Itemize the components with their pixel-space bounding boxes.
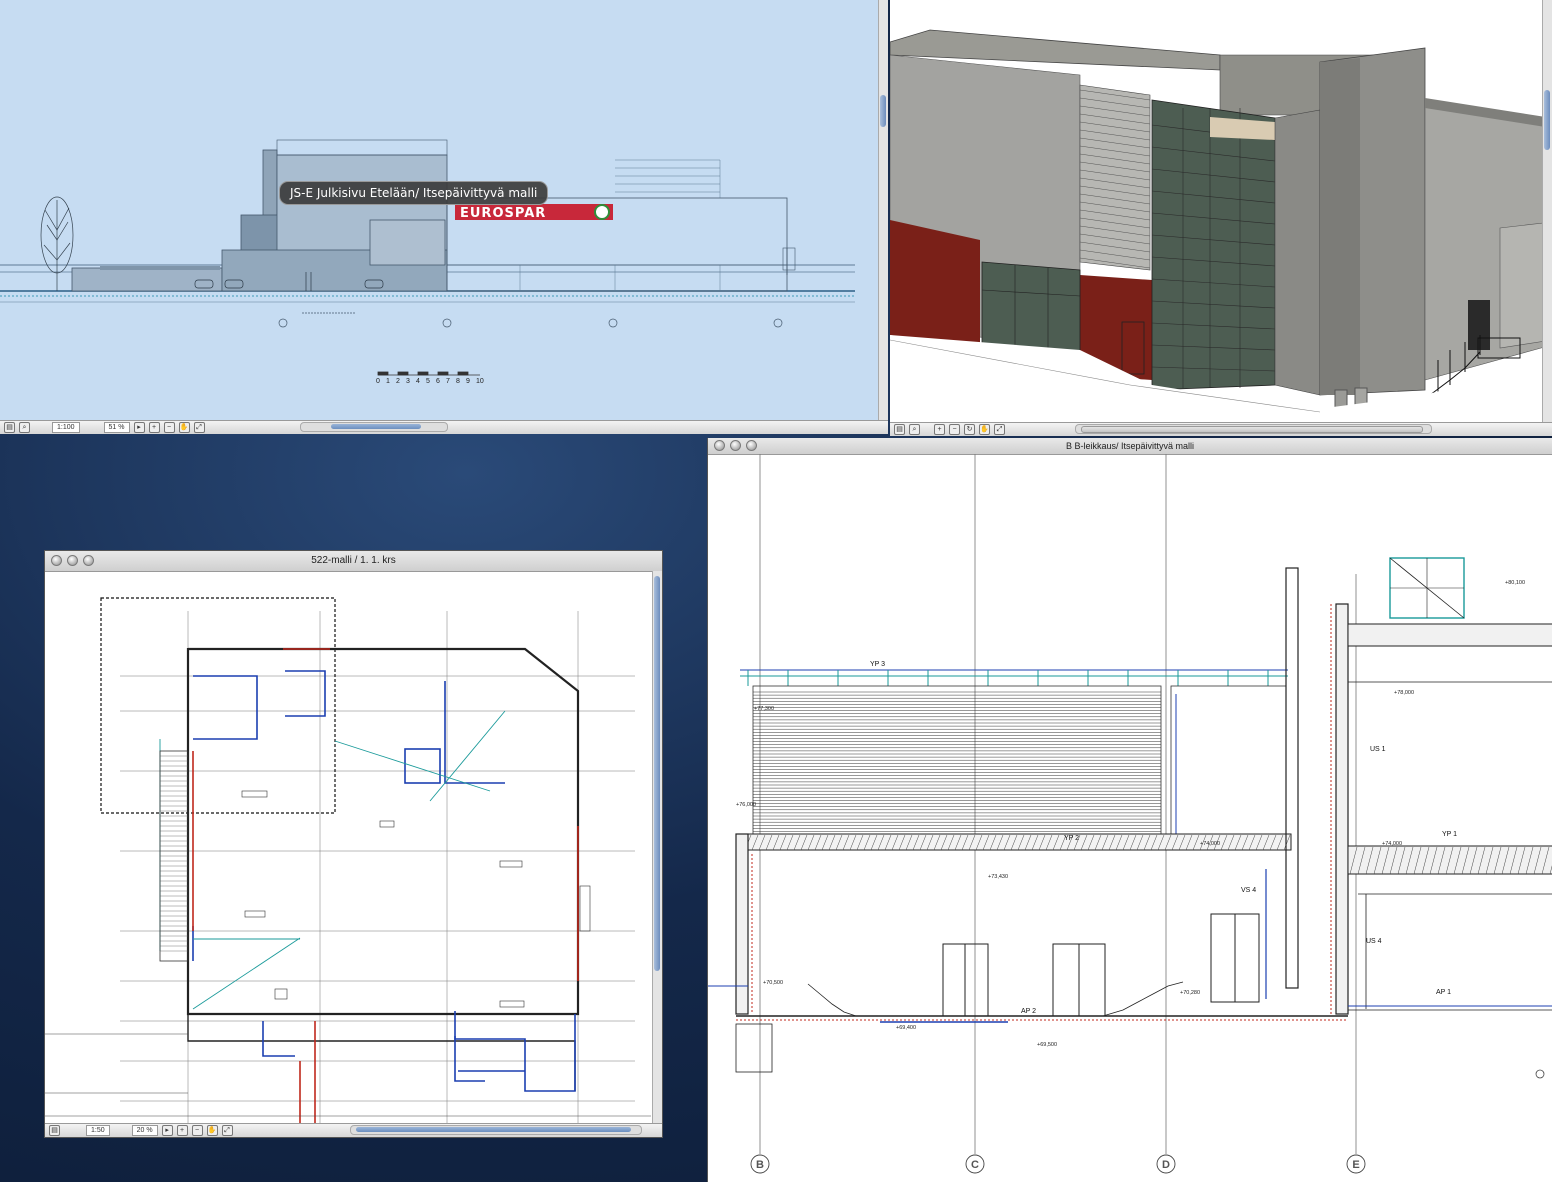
scale-bar-labels: 0 1 2 3 4 5 6 7 8 9 10	[376, 378, 486, 385]
tree-icon	[40, 196, 74, 291]
minimize-button[interactable]	[730, 440, 741, 451]
status-bar: ▤ ⌕ 1:100 51 % ▸ + − ✋ ⤢	[0, 420, 888, 434]
scale-label: 9	[466, 378, 470, 385]
pan-icon[interactable]: ✋	[178, 422, 190, 433]
section-drawing[interactable]: YP 3 YP 2 YP 1 US 1 US 4 VS 4 AP 2 AP 1 …	[708, 454, 1552, 1182]
zoom-in-icon[interactable]: +	[176, 1125, 188, 1136]
status-bar: ▤ ⌕ + − ↻ ✋ ⤢	[890, 422, 1552, 436]
fit-icon[interactable]: ⤢	[994, 424, 1005, 435]
scroll-thumb[interactable]	[1081, 426, 1423, 433]
section-window-titlebar[interactable]: B B-leikkaus/ Itsepäivittyvä malli	[708, 438, 1552, 455]
elevation-drawing[interactable]: EUROSPAR	[0, 0, 872, 418]
minimize-button[interactable]	[67, 555, 78, 566]
scroll-thumb[interactable]	[654, 576, 660, 971]
annotation-yp3: YP 3	[870, 661, 885, 668]
level-77300: +77,300	[754, 706, 774, 712]
level-70280: +70,280	[1180, 990, 1200, 996]
zoom-field[interactable]: 51 %	[103, 422, 130, 433]
level-69500: +69,500	[1037, 1042, 1057, 1048]
floor-plan-drawing[interactable]	[45, 571, 651, 1123]
annotation-us4: US 4	[1366, 938, 1382, 945]
level-69400: +69,400	[896, 1025, 916, 1031]
vertical-scrollbar[interactable]	[878, 0, 888, 420]
scale-bar	[377, 371, 480, 376]
level-74000-b: +74,000	[1382, 841, 1402, 847]
horizontal-scrollbar[interactable]	[350, 1125, 642, 1135]
level-73430: +73,430	[988, 874, 1008, 880]
model3d-window[interactable]: ▤ ⌕ + − ↻ ✋ ⤢	[890, 0, 1552, 436]
eurospar-sign: EUROSPAR	[460, 206, 546, 221]
layers-icon[interactable]: ▤	[4, 422, 15, 433]
close-button[interactable]	[714, 440, 725, 451]
level-80100: +80,100	[1505, 580, 1525, 586]
grid-label-d: D	[1162, 1159, 1170, 1171]
scale-field[interactable]: 1:50	[86, 1125, 110, 1136]
scale-label: 2	[396, 378, 400, 385]
vertical-scrollbar[interactable]	[1542, 0, 1552, 422]
scale-label: 7	[446, 378, 450, 385]
annotation-ap1: AP 1	[1436, 989, 1451, 996]
layers-icon[interactable]: ▤	[894, 424, 905, 435]
vertical-scrollbar[interactable]	[652, 571, 662, 1123]
zoom-field[interactable]: 20 %	[131, 1125, 158, 1136]
zoom-in-icon[interactable]: +	[148, 422, 160, 433]
model3d-view[interactable]	[890, 0, 1552, 422]
orbit-icon[interactable]: ↻	[964, 424, 975, 435]
scale-label: 5	[426, 378, 430, 385]
annotation-ap2: AP 2	[1021, 1008, 1036, 1015]
zoom-out-icon[interactable]: −	[163, 422, 175, 433]
horizontal-scrollbar[interactable]	[1075, 424, 1432, 434]
layers-icon[interactable]: ▤	[49, 1125, 60, 1136]
level-74000-a: +74,000	[1200, 841, 1220, 847]
zoom-out-icon[interactable]: −	[191, 1125, 203, 1136]
close-button[interactable]	[51, 555, 62, 566]
level-70500: +70,500	[763, 980, 783, 986]
zoom-out-icon[interactable]: −	[949, 424, 960, 435]
scale-label: 10	[476, 378, 484, 385]
scroll-thumb[interactable]	[331, 424, 421, 429]
scale-label: 1	[386, 378, 390, 385]
annotation-vs4: VS 4	[1241, 887, 1256, 894]
pan-icon[interactable]: ✋	[206, 1125, 218, 1136]
section-window-title: B B-leikkaus/ Itsepäivittyvä malli	[1065, 441, 1195, 451]
scale-label: 0	[376, 378, 380, 385]
play-icon[interactable]: ▸	[161, 1125, 173, 1136]
magnifier-icon[interactable]: ⌕	[19, 422, 30, 433]
plan-window[interactable]: 522-malli / 1. 1. krs ▤ 1:50 20 % ▸ + − …	[44, 550, 663, 1138]
level-78000: +78,000	[1394, 690, 1414, 696]
zoom-button[interactable]	[746, 440, 757, 451]
fit-icon[interactable]: ⤢	[221, 1125, 233, 1136]
view-tooltip: JS-E Julkisivu Etelään/ Itsepäivittyvä m…	[279, 181, 549, 205]
scroll-thumb[interactable]	[356, 1127, 631, 1132]
status-bar: ▤ 1:50 20 % ▸ + − ✋ ⤢	[45, 1123, 662, 1137]
scale-label: 4	[416, 378, 420, 385]
annotation-us1: US 1	[1370, 746, 1386, 753]
zoom-in-icon[interactable]: +	[934, 424, 945, 435]
play-icon[interactable]: ▸	[133, 422, 145, 433]
annotation-yp1: YP 1	[1442, 831, 1457, 838]
level-76000: +76,000	[736, 802, 756, 808]
grid-label-c: C	[971, 1159, 979, 1171]
plan-window-titlebar[interactable]: 522-malli / 1. 1. krs	[45, 551, 662, 572]
plan-window-title: 522-malli / 1. 1. krs	[311, 555, 396, 566]
scale-label: 6	[436, 378, 440, 385]
scroll-thumb[interactable]	[1544, 90, 1550, 150]
annotation-yp2: YP 2	[1064, 835, 1079, 842]
pan-icon[interactable]: ✋	[979, 424, 990, 435]
scale-label: 3	[406, 378, 410, 385]
scale-label: 8	[456, 378, 460, 385]
grid-label-e: E	[1352, 1159, 1359, 1171]
horizontal-scrollbar[interactable]	[300, 422, 448, 432]
scroll-thumb[interactable]	[880, 95, 886, 127]
grid-label-b: B	[756, 1159, 764, 1171]
magnifier-icon[interactable]: ⌕	[909, 424, 920, 435]
elevation-window[interactable]: EUROSPAR 0 1 2 3 4 5 6 7 8 9 10 JS-E Julkisivu Ete…	[0, 0, 888, 434]
section-window[interactable]: B B-leikkaus/ Itsepäivittyvä malli YP 3 …	[707, 438, 1552, 1182]
zoom-button[interactable]	[83, 555, 94, 566]
scale-field[interactable]: 1:100	[52, 422, 80, 433]
fit-icon[interactable]: ⤢	[193, 422, 205, 433]
